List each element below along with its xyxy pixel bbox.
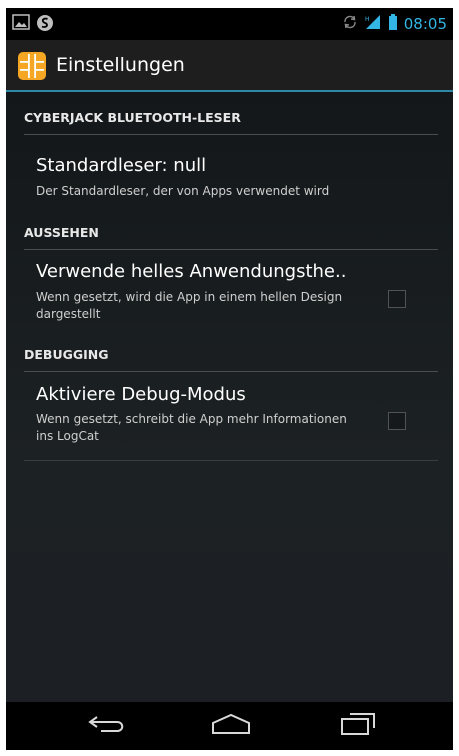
- svg-text:H: H: [365, 16, 370, 23]
- sim-card-chip-icon[interactable]: [18, 52, 46, 80]
- section-header-aussehen: AUSSEHEN: [24, 225, 438, 250]
- recent-apps-button[interactable]: [328, 710, 388, 742]
- pref-debug-mode-title: Aktiviere Debug-Modus: [36, 384, 246, 405]
- section-header-cyberjack: CYBERJACK BLUETOOTH-LESER: [24, 110, 438, 135]
- phone-screen: H 08:05 Einstellungen CYBERJACK BLUETOOT…: [6, 8, 453, 750]
- back-button[interactable]: [77, 710, 137, 742]
- section-header-debugging: DEBUGGING: [24, 347, 438, 372]
- debug-mode-checkbox[interactable]: [388, 412, 406, 430]
- status-bar-notifications: [12, 14, 54, 36]
- navigation-bar: [6, 702, 453, 750]
- pref-standardleser-title: Standardleser: null: [36, 155, 207, 176]
- settings-list: CYBERJACK BLUETOOTH-LESER Standardleser:…: [6, 92, 453, 702]
- signal-icon: H: [364, 14, 382, 34]
- back-icon: [87, 713, 127, 739]
- light-theme-checkbox[interactable]: [388, 290, 406, 308]
- page-title: Einstellungen: [56, 54, 185, 76]
- battery-icon: [388, 14, 398, 34]
- clock: 08:05: [403, 15, 447, 33]
- list-divider: [24, 460, 438, 461]
- recent-apps-icon: [340, 712, 376, 740]
- home-icon: [209, 713, 253, 739]
- pref-light-theme-summary: Wenn gesetzt, wird die App in einem hell…: [36, 290, 343, 321]
- app-notification-icon: [36, 14, 54, 36]
- status-bar-indicators: H 08:05: [342, 14, 447, 34]
- action-bar: Einstellungen: [6, 40, 453, 92]
- pref-standardleser-summary: Der Standardleser, der von Apps verwende…: [36, 184, 330, 198]
- pref-light-theme-title: Verwende helles Anwendungsthe..: [36, 261, 347, 282]
- home-button[interactable]: [201, 710, 261, 742]
- status-bar: H 08:05: [6, 8, 453, 40]
- sync-icon: [342, 14, 358, 34]
- pref-debug-mode-summary: Wenn gesetzt, schreibt die App mehr Info…: [36, 412, 347, 443]
- image-notification-icon: [12, 14, 30, 36]
